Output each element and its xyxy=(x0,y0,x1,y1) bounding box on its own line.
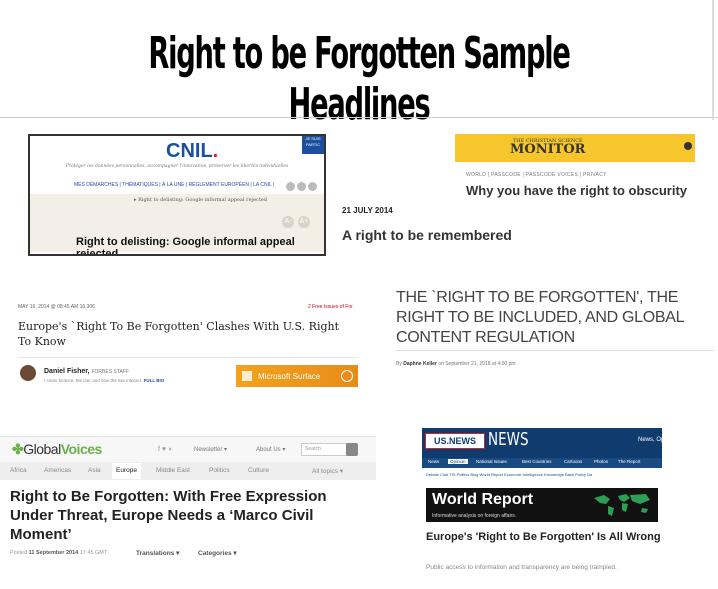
cnil-nav[interactable]: MES DÉMARCHES | THÉMATIQUES | À LA UNE |… xyxy=(74,182,274,188)
cis-byline: By Daphne Keller on September 21, 2018 a… xyxy=(396,361,516,367)
gv-logo[interactable]: ✤GlobalVoices xyxy=(12,441,102,458)
cnil-logo: CNIL. xyxy=(166,140,219,162)
cis-headline[interactable]: THE `RIGHT TO BE FORGOTTEN', THE RIGHT T… xyxy=(396,288,716,348)
gv-meta: Posted 11 September 2014 17:45 GMT xyxy=(10,550,108,556)
forbes-promo[interactable]: 2 Free Issues of For xyxy=(308,304,353,310)
page-title: Right to be Forgotten Sample Headlines xyxy=(148,28,571,130)
world-report-title: World Report xyxy=(432,491,534,508)
csm-headline[interactable]: Why you have the right to obscurity xyxy=(466,183,687,198)
cnil-headline[interactable]: Right to delisting: Google informal appe… xyxy=(76,236,324,254)
usnews-subhead: Public access to information and transpa… xyxy=(426,564,617,571)
article-headline[interactable]: A right to be remembered xyxy=(342,227,512,243)
gear-icon[interactable] xyxy=(684,142,692,150)
translations-menu[interactable]: Translations ▾ xyxy=(136,549,179,557)
facebook-icon xyxy=(297,182,306,191)
tab-americas[interactable]: Americas xyxy=(44,467,71,474)
cnil-tagline: Protéger les données personnelles, accom… xyxy=(65,164,289,169)
avatar[interactable] xyxy=(20,365,36,381)
newsletter-menu[interactable]: Newsletter ▾ xyxy=(194,446,227,453)
forbes-meta: MAY 16, 2014 @ 08:45 AM 16,306 xyxy=(18,304,95,310)
nav-cartoons[interactable]: Cartoons xyxy=(564,459,582,464)
csm-nav[interactable]: WORLD | PASSCODE | PASSCODE VOICES | PRI… xyxy=(466,172,607,178)
font-size-controls[interactable]: A- A+ xyxy=(282,210,314,228)
divider xyxy=(0,117,718,118)
tab-middle-east[interactable]: Middle East xyxy=(156,467,190,474)
usnews-logo-text[interactable]: NEWS xyxy=(488,429,529,450)
twitter-icon xyxy=(308,182,317,191)
csm-logo[interactable]: THE CHRISTIAN SCIENCE MONITOR xyxy=(510,138,585,157)
nav-the-report[interactable]: The Report xyxy=(618,459,641,464)
categories-menu[interactable]: Categories ▾ xyxy=(198,549,237,557)
tab-politics[interactable]: Politics xyxy=(209,467,230,474)
tab-all-topics[interactable]: All topics ▾ xyxy=(312,467,343,475)
search-icon xyxy=(286,182,295,191)
usnews-menu[interactable]: News, Op xyxy=(638,437,664,443)
nav-opinion[interactable]: Opinion xyxy=(448,459,468,464)
font-increase-button[interactable]: A+ xyxy=(298,216,310,228)
search-button[interactable] xyxy=(346,443,358,456)
nav-news[interactable]: News xyxy=(428,459,439,464)
usnews-headline[interactable]: Europe's 'Right to Be Forgotten' Is All … xyxy=(426,530,666,544)
ad-banner[interactable]: Microsoft Surface xyxy=(236,365,358,387)
forbes-author[interactable]: Daniel Fisher, FORBES STAFF xyxy=(44,368,129,375)
breadcrumb[interactable]: ▸ Right to delisting: Google informal ap… xyxy=(134,197,267,203)
forbes-bio: I cover finance, the law, and how the tw… xyxy=(44,378,165,383)
windows-icon xyxy=(242,371,252,381)
tab-culture[interactable]: Culture xyxy=(248,467,269,474)
full-bio-link[interactable]: FULL BIO xyxy=(144,378,165,383)
article-date: 21 JULY 2014 xyxy=(342,206,393,215)
world-map-icon xyxy=(594,494,650,516)
usnews-logo[interactable]: US.NEWS xyxy=(425,433,485,449)
tab-asia[interactable]: Asia xyxy=(88,467,101,474)
font-decrease-button[interactable]: A- xyxy=(282,216,294,228)
nav-national-issues[interactable]: National Issues xyxy=(476,459,507,464)
world-report-subtitle: Informative analysis on foreign affairs. xyxy=(432,513,517,519)
nav-photos[interactable]: Photos xyxy=(594,459,608,464)
cnil-corner-badge: JE SUIS PARTIC xyxy=(302,136,324,154)
search-input[interactable]: Search xyxy=(301,443,347,456)
divider xyxy=(712,0,714,120)
forbes-headline[interactable]: Europe's `Right To Be Forgotten' Clashes… xyxy=(18,319,348,349)
gv-headline[interactable]: Right to Be Forgotten: With Free Express… xyxy=(10,487,370,544)
tab-africa[interactable]: Africa xyxy=(10,467,27,474)
tab-europe[interactable]: Europe xyxy=(112,463,141,479)
social-icons[interactable]: f ♥ ◗ xyxy=(158,446,172,453)
usnews-subnav[interactable]: Debate Club TIS Politics Blog World Repo… xyxy=(426,472,592,477)
divider xyxy=(18,357,358,358)
search-icon xyxy=(341,370,353,382)
nav-best-countries[interactable]: Best Countries xyxy=(522,459,552,464)
about-menu[interactable]: About Us ▾ xyxy=(256,446,285,453)
divider xyxy=(396,350,714,351)
cnil-screenshot: CNIL. JE SUIS PARTIC Protéger les donnée… xyxy=(28,134,326,256)
